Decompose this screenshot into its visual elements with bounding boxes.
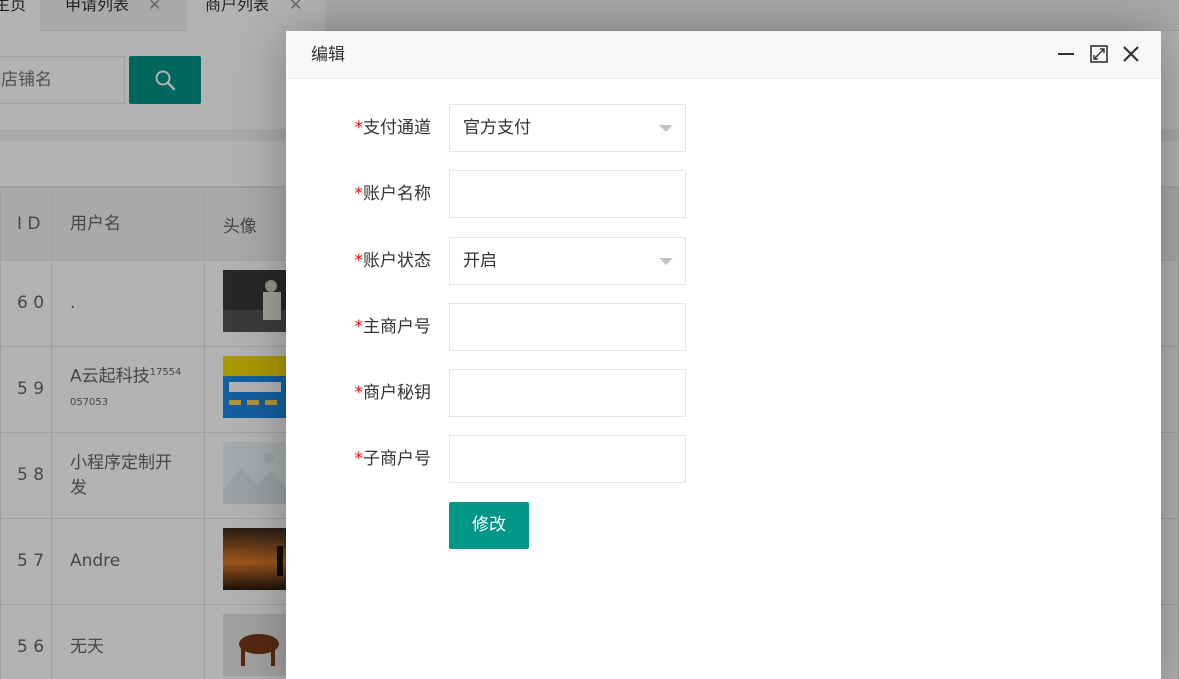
chevron-down-icon: [659, 258, 673, 265]
payment-channel-label: *支付通道: [354, 118, 432, 138]
form-row-sub-merchant-id: *子商户号: [286, 435, 1161, 483]
merchant-secret-label: *商户秘钥: [354, 383, 432, 403]
account-status-label: *账户状态: [354, 251, 432, 271]
minimize-button[interactable]: [1054, 42, 1078, 66]
merchant-secret-input[interactable]: [449, 369, 686, 417]
account-name-label: *账户名称: [354, 184, 432, 204]
close-button[interactable]: [1119, 42, 1143, 66]
account-status-value: 开启: [463, 251, 497, 271]
form-row-account-status: *账户状态 开启: [286, 237, 1161, 285]
edit-dialog: 编辑 *支付通道 官方支付 *账户名称 *账户状态 开启 *主商户号 *商户秘钥…: [286, 31, 1161, 679]
account-status-select[interactable]: 开启: [449, 237, 686, 285]
submit-button[interactable]: 修改: [449, 502, 529, 549]
dialog-title: 编辑: [311, 45, 345, 65]
form-row-payment-channel: *支付通道 官方支付: [286, 104, 1161, 152]
main-merchant-id-input[interactable]: [449, 303, 686, 351]
close-icon: [1123, 46, 1139, 62]
required-mark: *: [354, 251, 364, 271]
minimize-icon: [1058, 53, 1074, 55]
main-merchant-id-label: *主商户号: [354, 317, 432, 337]
sub-merchant-id-input[interactable]: [449, 435, 686, 483]
payment-channel-value: 官方支付: [463, 118, 531, 138]
form-row-account-name: *账户名称: [286, 170, 1161, 218]
payment-channel-select[interactable]: 官方支付: [449, 104, 686, 152]
sub-merchant-id-label: *子商户号: [354, 449, 432, 469]
dialog-header: 编辑: [286, 31, 1161, 79]
required-mark: *: [354, 184, 364, 204]
maximize-icon: [1090, 45, 1108, 63]
form-row-merchant-secret: *商户秘钥: [286, 369, 1161, 417]
maximize-button[interactable]: [1087, 42, 1111, 66]
required-mark: *: [354, 449, 364, 469]
required-mark: *: [354, 383, 364, 403]
form-row-main-merchant-id: *主商户号: [286, 303, 1161, 351]
required-mark: *: [354, 317, 364, 337]
chevron-down-icon: [659, 125, 673, 132]
required-mark: *: [354, 118, 364, 138]
account-name-input[interactable]: [449, 170, 686, 218]
